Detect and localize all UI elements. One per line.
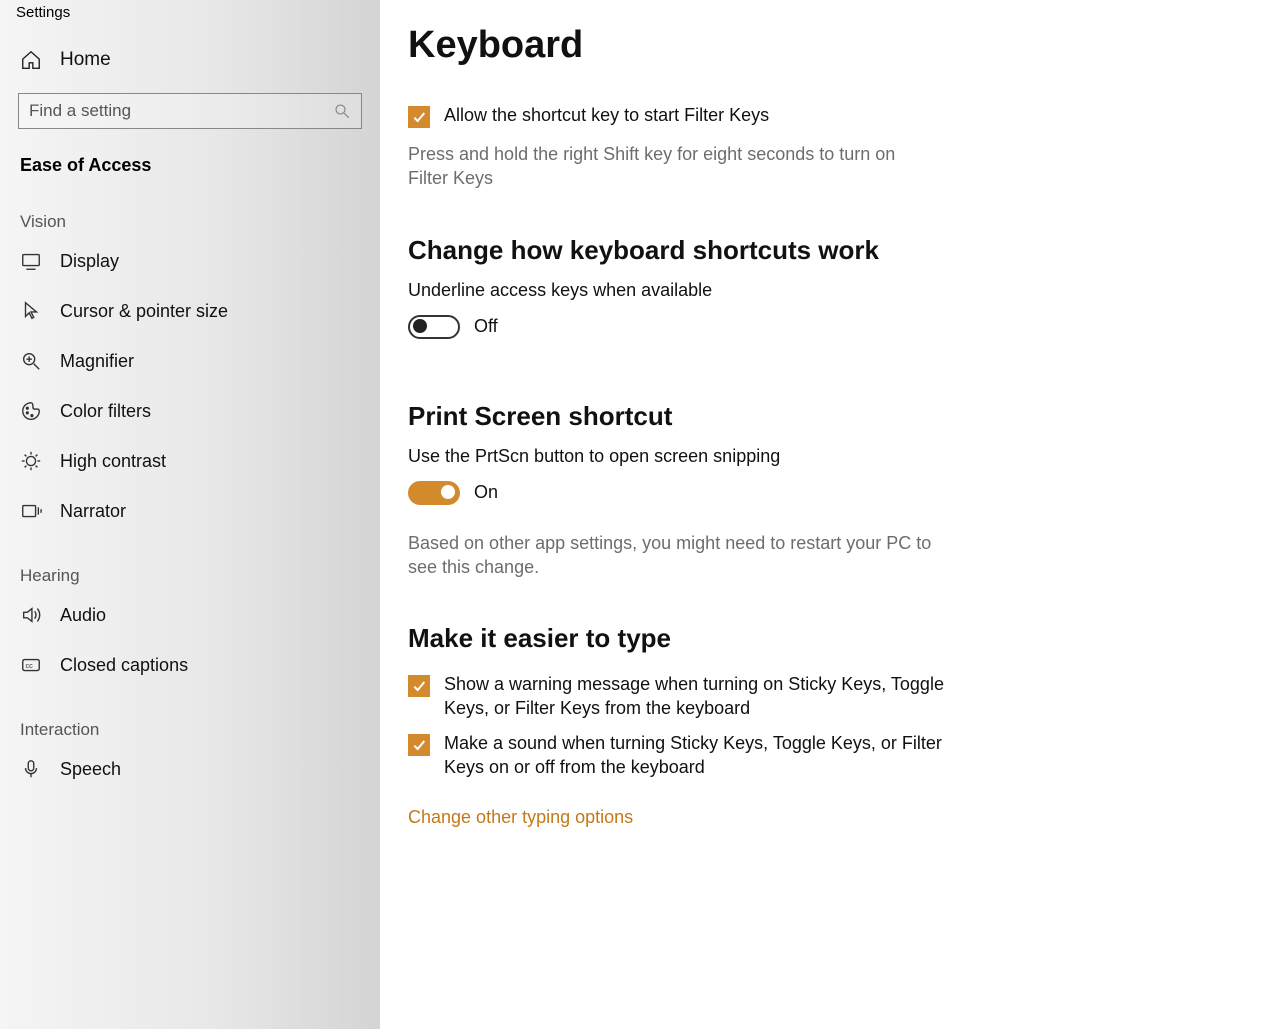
nav-label: Cursor & pointer size	[60, 301, 228, 322]
clipped-toggle: Off	[408, 69, 1259, 83]
nav-display[interactable]: Display	[0, 236, 380, 286]
search-box[interactable]	[18, 93, 362, 129]
nav-label: Display	[60, 251, 119, 272]
prtscn-label: Use the PrtScn button to open screen sni…	[408, 446, 1259, 467]
warn-checkbox[interactable]	[408, 675, 430, 697]
search-wrap	[0, 85, 380, 139]
search-input[interactable]	[29, 101, 333, 121]
palette-icon	[20, 400, 42, 422]
section-prtscn: Print Screen shortcut	[408, 401, 1259, 432]
prtscn-toggle[interactable]	[408, 481, 460, 505]
home-icon	[20, 49, 42, 71]
home-label: Home	[60, 49, 111, 71]
nav-label: Color filters	[60, 401, 151, 422]
group-vision: Vision	[0, 182, 380, 236]
change-other-typing-link[interactable]: Change other typing options	[408, 807, 633, 828]
nav-label: Speech	[60, 759, 121, 780]
svg-text:cc: cc	[26, 661, 34, 670]
sound-checkbox[interactable]	[408, 734, 430, 756]
underline-toggle[interactable]	[408, 315, 460, 339]
narrator-icon	[20, 500, 42, 522]
cursor-icon	[20, 300, 42, 322]
section-shortcuts: Change how keyboard shortcuts work	[408, 235, 1259, 266]
nav-label: Audio	[60, 605, 106, 626]
contrast-icon	[20, 450, 42, 472]
cc-icon: cc	[20, 654, 42, 676]
magnifier-icon	[20, 350, 42, 372]
check-label: Make a sound when turning Sticky Keys, T…	[444, 731, 974, 780]
prtscn-desc: Based on other app settings, you might n…	[408, 531, 938, 580]
nav-audio[interactable]: Audio	[0, 590, 380, 640]
content: Keyboard Off Allow the shortcut key to s…	[380, 0, 1287, 1029]
nav-magnifier[interactable]: Magnifier	[0, 336, 380, 386]
nav-cursor[interactable]: Cursor & pointer size	[0, 286, 380, 336]
toggle-label: Off	[474, 316, 498, 337]
check-label: Show a warning message when turning on S…	[444, 672, 974, 721]
app-title: Settings	[0, 0, 380, 35]
nav-high-contrast[interactable]: High contrast	[0, 436, 380, 486]
filter-keys-shortcut-checkbox[interactable]	[408, 106, 430, 128]
nav-label: High contrast	[60, 451, 166, 472]
section-easier: Make it easier to type	[408, 623, 1259, 654]
search-icon	[333, 102, 351, 120]
scroll-area: Off Allow the shortcut key to start Filt…	[408, 69, 1259, 1029]
nav-label: Narrator	[60, 501, 126, 522]
nav-color-filters[interactable]: Color filters	[0, 386, 380, 436]
monitor-icon	[20, 250, 42, 272]
category-title: Ease of Access	[0, 139, 380, 182]
audio-icon	[20, 604, 42, 626]
page-title: Keyboard	[408, 24, 1259, 67]
nav-narrator[interactable]: Narrator	[0, 486, 380, 536]
nav-label: Closed captions	[60, 655, 188, 676]
group-interaction: Interaction	[0, 690, 380, 744]
toggle-label: On	[474, 482, 498, 503]
group-hearing: Hearing	[0, 536, 380, 590]
nav-speech[interactable]: Speech	[0, 744, 380, 794]
underline-label: Underline access keys when available	[408, 280, 1259, 301]
sidebar: Settings Home Ease of Access Vision Disp…	[0, 0, 380, 1029]
check-label: Allow the shortcut key to start Filter K…	[444, 103, 769, 127]
mic-icon	[20, 758, 42, 780]
nav-closed-captions[interactable]: cc Closed captions	[0, 640, 380, 690]
nav-label: Magnifier	[60, 351, 134, 372]
filter-keys-desc: Press and hold the right Shift key for e…	[408, 142, 938, 191]
home-nav[interactable]: Home	[0, 35, 380, 85]
